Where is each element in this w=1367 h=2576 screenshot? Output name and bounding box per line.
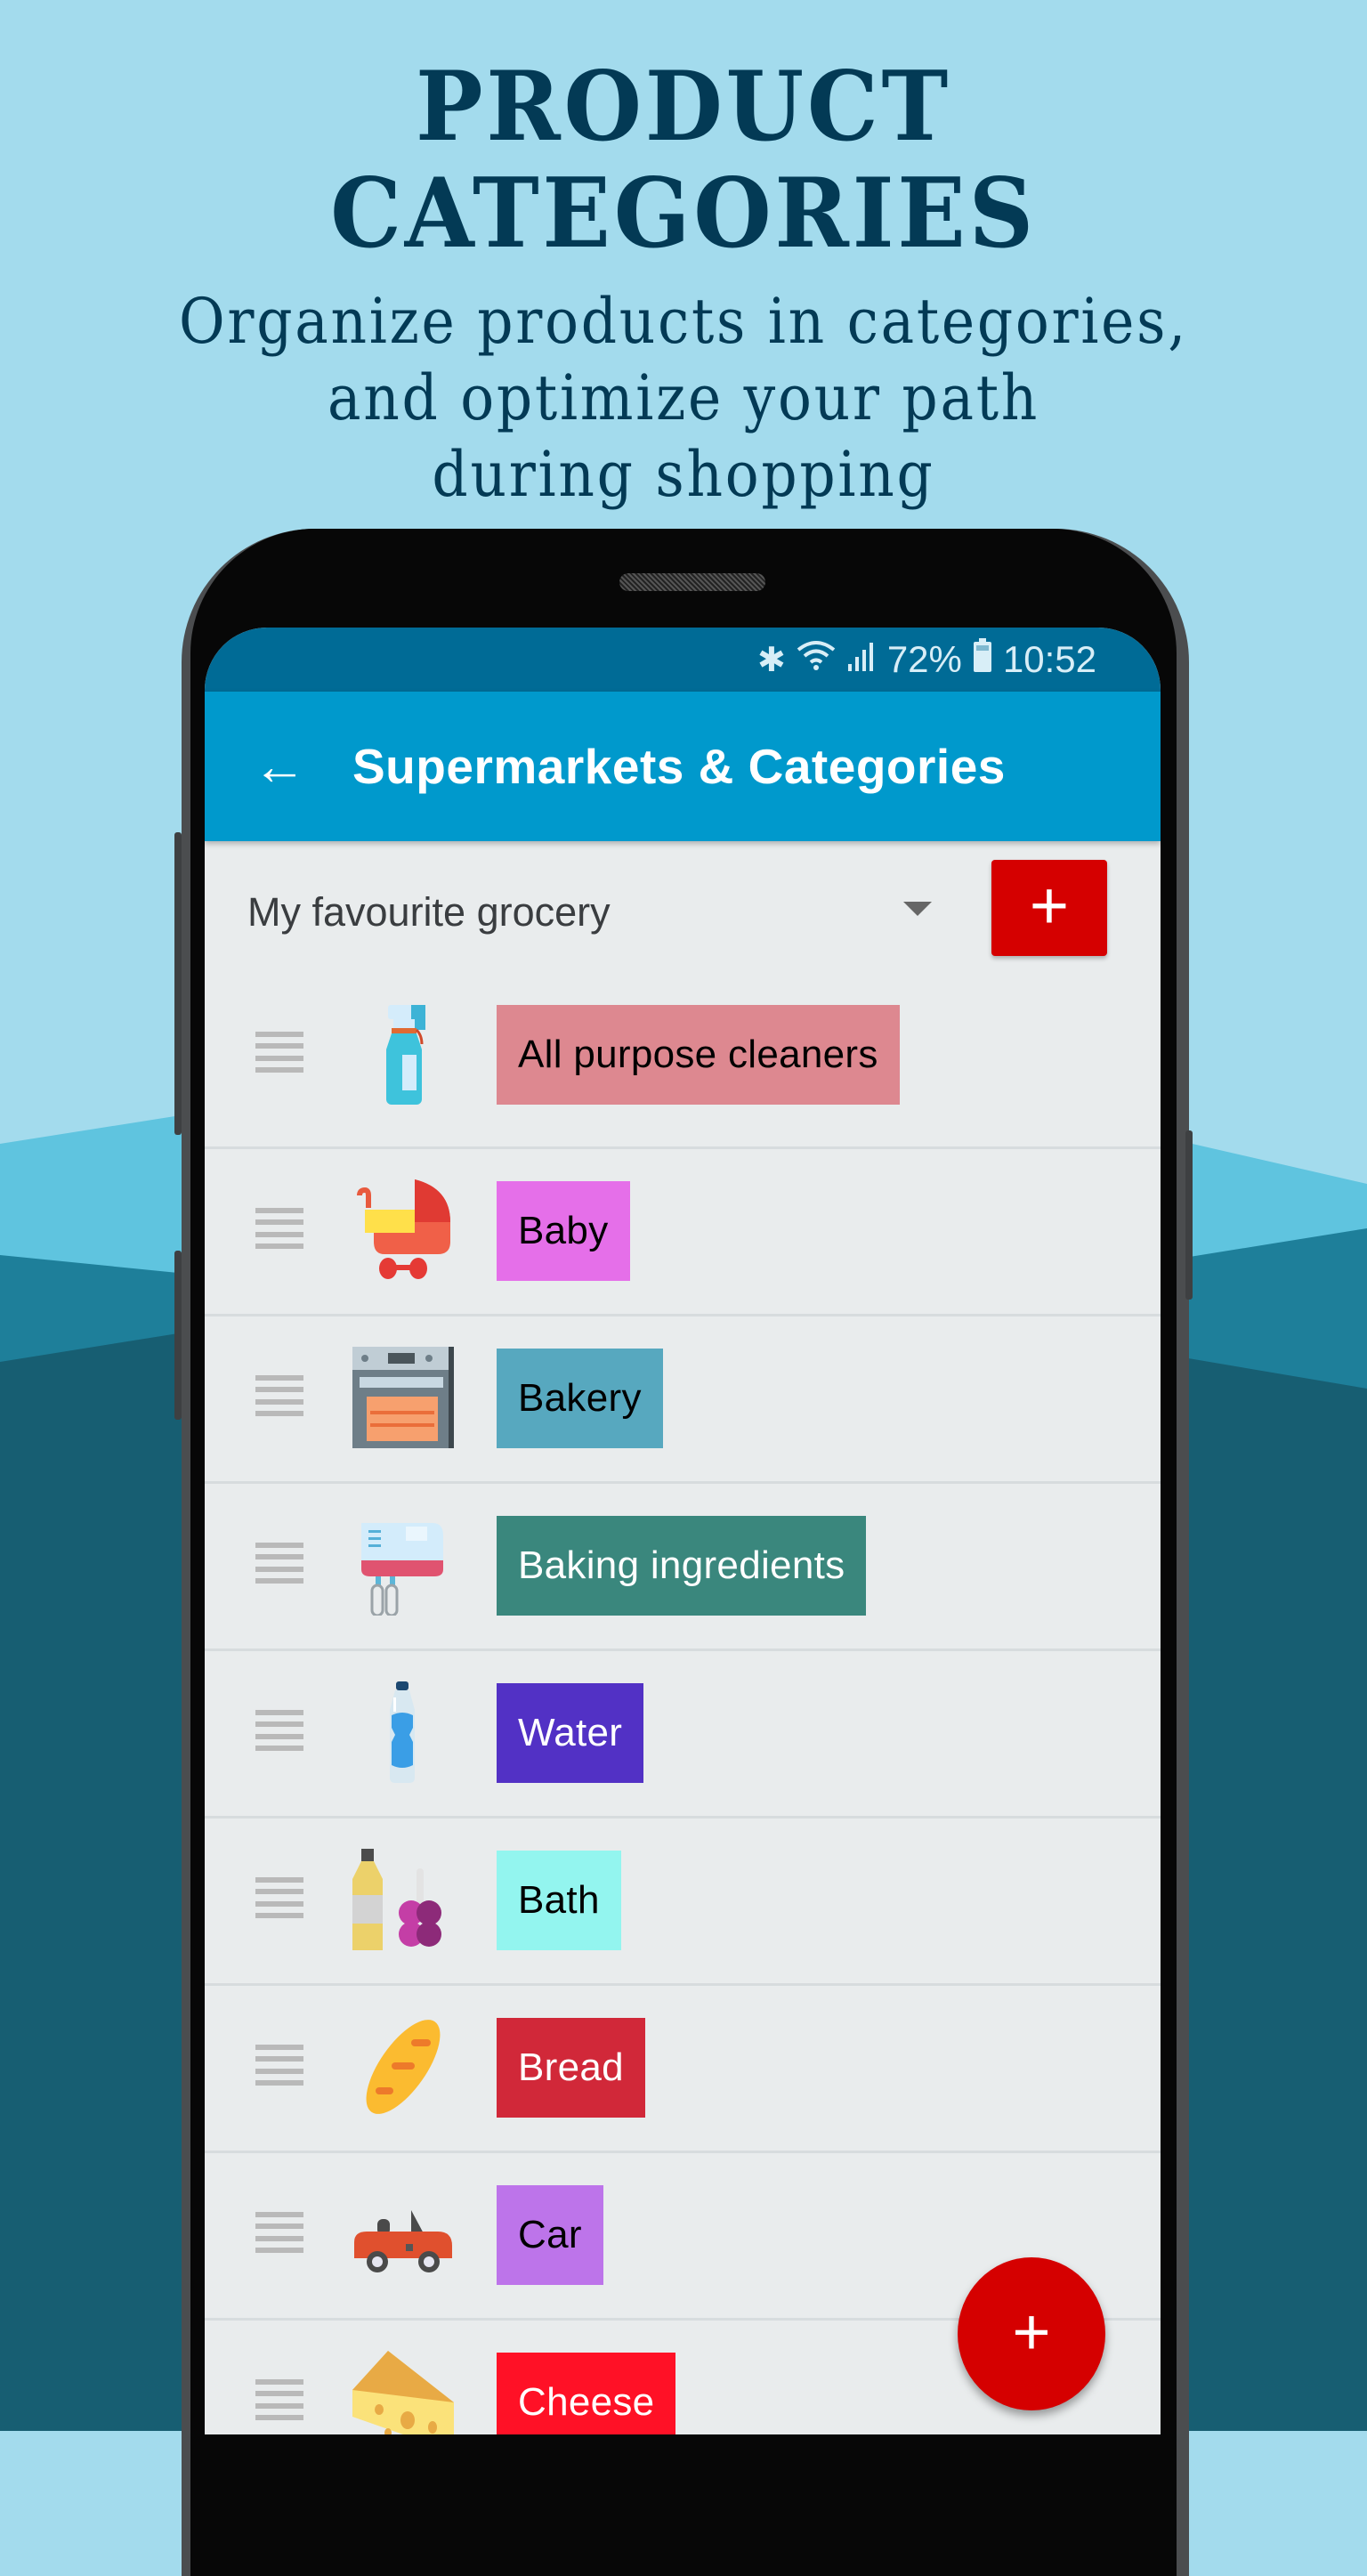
battery-percent: 72% (886, 638, 962, 680)
baguette-icon (366, 2020, 441, 2114)
car-icon (354, 2210, 452, 2272)
category-row[interactable]: Baking ingredients (205, 1484, 1161, 1651)
phone-power-button (1185, 1130, 1193, 1300)
category-row[interactable]: Baby (205, 1149, 1161, 1316)
hand-mixer-icon (361, 1523, 443, 1616)
drag-handle-icon[interactable] (255, 1877, 303, 1918)
status-bar: ✱ 72% 10:52 (205, 628, 1161, 692)
category-label[interactable]: Water (497, 1683, 644, 1783)
cheese-icon (352, 2351, 454, 2434)
promo-subtitle-line: Organize products in categories, (179, 285, 1188, 358)
drag-handle-icon[interactable] (255, 1208, 303, 1249)
wifi-icon (797, 639, 836, 680)
oven-icon (352, 1347, 454, 1448)
phone-speaker (619, 573, 765, 591)
category-label[interactable]: Car (497, 2185, 603, 2285)
drag-handle-icon[interactable] (255, 1032, 303, 1073)
category-label[interactable]: Cheese (497, 2353, 676, 2434)
category-list: All purpose cleaners Baby Bakery Baking … (205, 973, 1161, 2434)
dropdown-arrow-icon[interactable] (903, 902, 932, 916)
drag-handle-icon[interactable] (255, 2212, 303, 2253)
drag-handle-icon[interactable] (255, 1710, 303, 1751)
promo-header: PRODUCT CATEGORIES Organize products in … (0, 53, 1367, 513)
category-label[interactable]: Bath (497, 1851, 621, 1950)
water-bottle-icon (390, 1681, 415, 1783)
bluetooth-icon: ✱ (756, 641, 786, 679)
drag-handle-icon[interactable] (255, 2045, 303, 2086)
promo-subtitle-line: and optimize your path (327, 361, 1040, 434)
phone-volume-button (174, 832, 182, 1135)
category-label[interactable]: Bread (497, 2018, 645, 2118)
shampoo-sponge-icon (352, 1849, 441, 1950)
spray-bottle-icon (386, 1005, 425, 1105)
clock: 10:52 (1002, 638, 1096, 680)
phone-bixby-button (174, 1251, 182, 1420)
promo-subtitle-line: during shopping (432, 438, 935, 511)
promo-headline: PRODUCT CATEGORIES (330, 51, 1037, 270)
battery-icon (973, 638, 992, 681)
category-row[interactable]: Bakery (205, 1316, 1161, 1484)
promo-subtitle: Organize products in categories, and opt… (69, 283, 1298, 513)
add-store-button[interactable]: + (991, 860, 1107, 956)
app-screen: ✱ 72% 10:52 ← Supermarkets & Categories … (205, 628, 1161, 2434)
category-row[interactable]: Bread (205, 1986, 1161, 2153)
app-bar-title: Supermarkets & Categories (352, 739, 1006, 794)
baby-stroller-icon (357, 1179, 450, 1279)
signal-icon (846, 639, 877, 680)
store-selector[interactable]: My favourite grocery + (205, 841, 1161, 984)
drag-handle-icon[interactable] (255, 2379, 303, 2420)
category-label[interactable]: Bakery (497, 1349, 663, 1448)
store-selector-value[interactable]: My favourite grocery (247, 889, 611, 936)
category-label[interactable]: Baking ingredients (497, 1516, 867, 1616)
drag-handle-icon[interactable] (255, 1543, 303, 1584)
category-row[interactable]: Water (205, 1651, 1161, 1819)
category-label[interactable]: Baby (497, 1181, 630, 1281)
back-arrow-icon[interactable]: ← (253, 740, 324, 793)
category-label[interactable]: All purpose cleaners (497, 1005, 900, 1105)
app-bar: ← Supermarkets & Categories (205, 692, 1161, 841)
category-row[interactable]: Bath (205, 1819, 1161, 1986)
category-row[interactable]: All purpose cleaners (205, 973, 1161, 1149)
add-category-fab[interactable]: + (958, 2257, 1105, 2410)
drag-handle-icon[interactable] (255, 1375, 303, 1416)
